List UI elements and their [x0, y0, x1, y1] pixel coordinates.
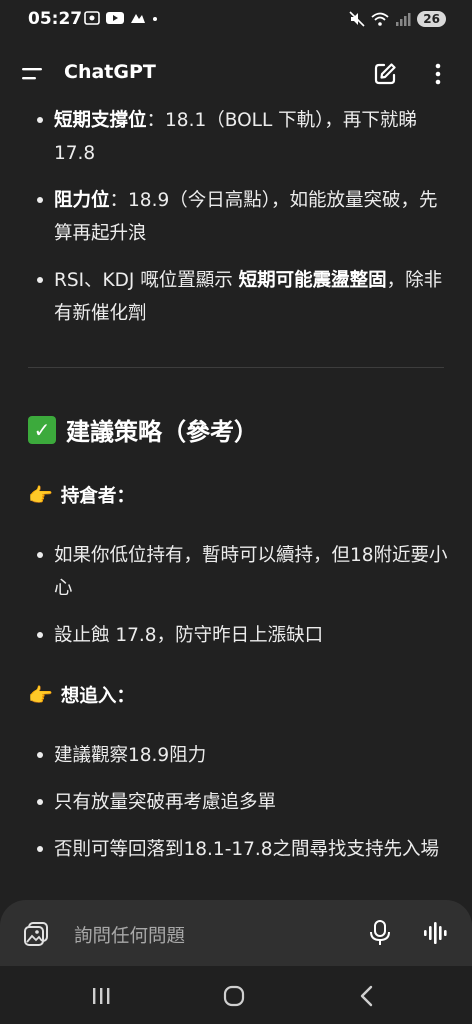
analysis-list: 短期支撐位：18.1（BOLL 下軌），再下就睇 17.8 阻力位：18.9（今…: [0, 104, 472, 330]
section-heading: ✓ 建議策略（參考）: [28, 412, 258, 447]
chasers-list: 建議觀察18.9阻力 只有放量突破再考慮追多單 否則可等回落到18.1-17.8…: [0, 739, 472, 866]
check-mark-icon: ✓: [28, 415, 56, 444]
wifi-icon: [371, 12, 389, 26]
list-item: 如果你低位持有，暫時可以續持，但18附近要小心: [0, 539, 472, 605]
signal-icon: [396, 13, 411, 26]
menu-icon[interactable]: [20, 64, 44, 84]
list-item: 設止蝕 17.8，防守昨日上漲缺口: [0, 619, 472, 652]
mute-icon: [349, 11, 365, 27]
list-item: 阻力位：18.9（今日高點），如能放量突破，先算再起升浪: [0, 184, 472, 250]
status-bar: 05:27 26: [0, 0, 472, 40]
new-chat-edit-icon[interactable]: [372, 61, 398, 87]
recent-apps-icon[interactable]: [86, 984, 116, 1008]
system-icons: 26: [349, 11, 446, 27]
divider: [28, 367, 444, 368]
screenshot-icon: [84, 11, 100, 25]
assistant-message: 短期支撐位：18.1（BOLL 下軌），再下就睇 17.8 阻力位：18.9（今…: [0, 96, 472, 330]
message-input[interactable]: 詢問任何問題: [74, 922, 185, 948]
attach-image-icon[interactable]: [22, 920, 50, 948]
pointing-hand-icon: 👉: [28, 683, 53, 707]
system-navigation-bar: [0, 966, 472, 1024]
list-item: 只有放量突破再考慮追多單: [0, 786, 472, 819]
microphone-icon[interactable]: [368, 919, 392, 947]
pointing-hand-icon: 👉: [28, 483, 53, 507]
chasers-heading: 👉 想追入：: [28, 683, 135, 707]
more-options-icon[interactable]: [428, 61, 448, 87]
message-composer: 詢問任何問題: [0, 900, 472, 966]
status-time: 05:27: [28, 9, 83, 29]
back-icon[interactable]: [352, 984, 382, 1008]
holders-heading: 👉 持倉者：: [28, 483, 135, 507]
list-item: 否則可等回落到18.1-17.8之間尋找支持先入場: [0, 833, 472, 866]
list-item: RSI、KDJ 嘅位置顯示 短期可能震盪整固，除非有新催化劑: [0, 264, 472, 330]
notification-icons: [84, 11, 158, 25]
youtube-icon: [106, 12, 124, 24]
app-title: ChatGPT: [64, 61, 156, 83]
list-item: 建議觀察18.9阻力: [0, 739, 472, 772]
more-notifications-dot-icon: [153, 17, 157, 21]
list-item: 短期支撐位：18.1（BOLL 下軌），再下就睇 17.8: [0, 104, 472, 170]
holders-list: 如果你低位持有，暫時可以續持，但18附近要小心 設止蝕 17.8，防守昨日上漲缺…: [0, 539, 472, 652]
battery-level: 26: [417, 11, 446, 27]
app-notification-icon: [131, 14, 145, 23]
home-icon[interactable]: [219, 984, 249, 1008]
app-bar: ChatGPT: [0, 52, 472, 96]
voice-mode-icon[interactable]: [422, 920, 448, 946]
